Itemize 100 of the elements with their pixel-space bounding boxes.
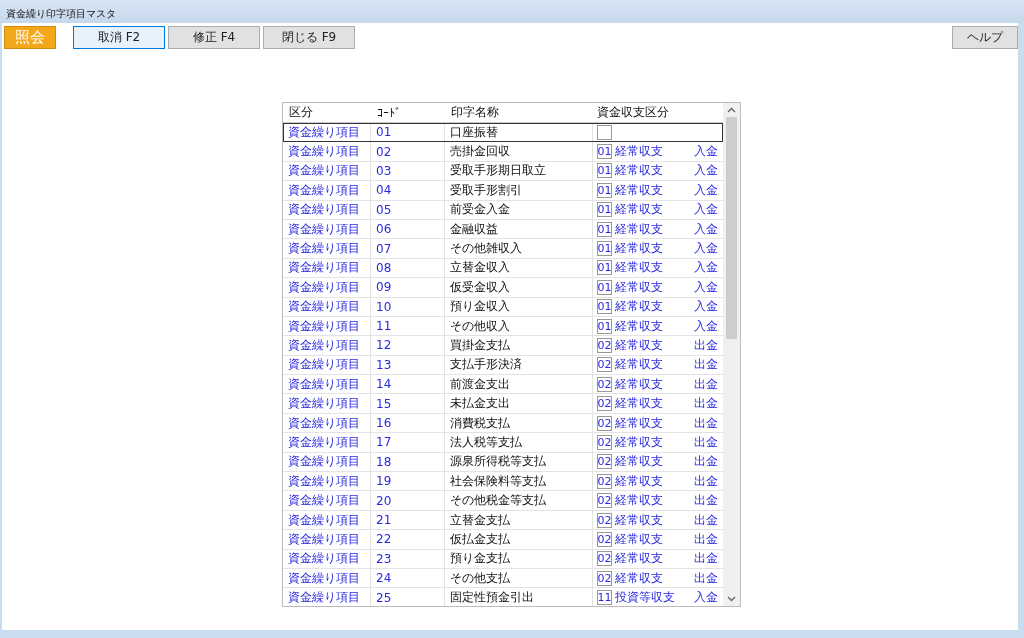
fund-code-field[interactable]: 01: [597, 241, 612, 257]
table-row[interactable]: 資金繰り項目 21 立替金支払 02 経常収支 出金: [283, 510, 723, 531]
fund-code-field[interactable]: 01: [597, 182, 612, 198]
table-cell: 経常収支: [615, 356, 663, 374]
table-row[interactable]: 資金繰り項目 15 未払金支出 02 経常収支 出金: [283, 394, 723, 414]
table-row[interactable]: 資金繰り項目 07 その他雑収入 01 経常収支 入金: [283, 239, 723, 259]
scrollbar[interactable]: [723, 103, 740, 606]
table-row[interactable]: 資金繰り項目 17 法人税等支払 02 経常収支 出金: [283, 433, 723, 453]
table-cell: 資金繰り項目: [283, 258, 371, 278]
fund-code-field[interactable]: 01: [597, 299, 612, 315]
table-cell: 13: [371, 355, 445, 375]
fund-code-field[interactable]: 02: [597, 493, 612, 509]
fund-code-field[interactable]: 01: [597, 163, 612, 179]
scrollbar-thumb[interactable]: [726, 117, 737, 339]
table-row[interactable]: 資金繰り項目 24 その他支払 02 経常収支 出金: [283, 569, 723, 589]
table-cell: 04: [371, 181, 445, 200]
table-cell: 資金繰り項目: [283, 161, 371, 181]
fund-code-field[interactable]: [597, 124, 612, 140]
table-cell: 09: [371, 278, 445, 297]
column-header: ｺｰﾄﾞ: [376, 105, 402, 120]
table-row[interactable]: 資金繰り項目 11 その他収入 01 経常収支 入金: [283, 316, 723, 337]
fund-code-field[interactable]: 02: [597, 570, 612, 586]
fund-code-field[interactable]: 01: [597, 279, 612, 295]
table-row[interactable]: 資金繰り項目 13 支払手形決済 02 経常収支 出金: [283, 355, 723, 376]
table-row[interactable]: 資金繰り項目 06 金融収益 01 経常収支 入金: [283, 219, 723, 240]
fund-code-field[interactable]: 02: [597, 434, 612, 450]
table-cell: 16: [371, 413, 445, 433]
scroll-down-icon[interactable]: [727, 596, 736, 602]
table-cell-text: 出金: [694, 472, 719, 490]
table-row[interactable]: 資金繰り項目 08 立替金収入 01 経常収支 入金: [283, 258, 723, 279]
table-cell: その他収入: [445, 316, 593, 336]
table-row[interactable]: 資金繰り項目 04 受取手形割引 01 経常収支 入金: [283, 181, 723, 201]
fund-code-field[interactable]: 11: [597, 590, 612, 606]
table-cell: 02: [371, 142, 445, 161]
fund-code-field[interactable]: 01: [597, 144, 612, 160]
table-row[interactable]: 資金繰り項目 20 その他税金等支払 02 経常収支 出金: [283, 491, 723, 511]
fund-code-field[interactable]: 02: [597, 551, 612, 567]
table-row[interactable]: 資金繰り項目 18 源泉所得税等支払 02 経常収支 出金: [283, 452, 723, 473]
fund-code-field[interactable]: 01: [597, 221, 612, 237]
table-row[interactable]: 資金繰り項目 23 預り金支払 02 経常収支 出金: [283, 549, 723, 569]
table-cell-text: 出金: [694, 414, 719, 432]
fund-code-field[interactable]: 02: [597, 376, 612, 392]
fund-code-field[interactable]: 02: [597, 338, 612, 353]
table-cell: 資金繰り項目: [283, 142, 371, 161]
table-cell: 預り金収入: [445, 297, 593, 316]
toolbar-button[interactable]: 修正 F4: [168, 25, 260, 49]
table-cell: 資金繰り項目: [283, 355, 371, 375]
table-cell: 05: [371, 200, 445, 219]
table-cell: 未払金支出: [445, 394, 593, 413]
table-row[interactable]: 資金繰り項目 05 前受金入金 01 経常収支 入金: [283, 200, 723, 220]
table-cell: 経常収支: [615, 162, 663, 180]
table-cell: 経常収支: [615, 201, 663, 219]
table-cell: 売掛金回収: [445, 142, 593, 161]
fund-code-field[interactable]: 02: [597, 454, 612, 470]
table-cell-text: 出金: [694, 511, 719, 529]
table-cell-text: 出金: [694, 337, 719, 354]
table-row[interactable]: 資金繰り項目 01 口座振替: [283, 123, 723, 143]
table-row[interactable]: 資金繰り項目 02 売掛金回収 01 経常収支 入金: [283, 142, 723, 162]
table-cell: 19: [371, 472, 445, 491]
table-row[interactable]: 資金繰り項目 10 預り金収入 01 経常収支 入金: [283, 297, 723, 317]
table-cell: 投資等収支: [615, 589, 675, 606]
table-cell: 21: [371, 510, 445, 530]
table-cell: 経常収支: [615, 240, 663, 258]
fund-code-field[interactable]: 02: [597, 512, 612, 528]
table-row[interactable]: 資金繰り項目 09 仮受金収入 01 経常収支 入金: [283, 278, 723, 298]
column-header: 資金収支区分: [596, 104, 670, 121]
table-cell: 前受金入金: [445, 200, 593, 219]
fund-code-field[interactable]: 01: [597, 318, 612, 334]
table-cell: 資金繰り項目: [283, 336, 371, 355]
table-cell: 買掛金支払: [445, 336, 593, 355]
fund-code-field[interactable]: 02: [597, 415, 612, 431]
table-cell: 20: [371, 491, 445, 510]
fund-code-field[interactable]: 02: [597, 531, 612, 547]
toolbar-button[interactable]: 取消 F2: [73, 25, 165, 49]
fund-code-field[interactable]: 02: [597, 357, 612, 373]
table-row[interactable]: 資金繰り項目 19 社会保険料等支払 02 経常収支 出金: [283, 472, 723, 492]
fund-code-field[interactable]: 01: [597, 260, 612, 276]
table-cell-text: 出金: [694, 453, 719, 471]
table-cell-text: 出金: [694, 375, 719, 393]
table-cell: 14: [371, 375, 445, 394]
help-button[interactable]: ヘルプ: [952, 25, 1018, 49]
table-cell: 資金繰り項目: [283, 452, 371, 472]
table-cell: 24: [371, 569, 445, 588]
fund-code-field[interactable]: 02: [597, 473, 612, 489]
table-cell: 社会保険料等支払: [445, 472, 593, 491]
table-row[interactable]: 資金繰り項目 14 前渡金支出 02 経常収支 出金: [283, 375, 723, 395]
table-row[interactable]: 資金繰り項目 03 受取手形期日取立 01 経常収支 入金: [283, 161, 723, 182]
table-cell: 25: [371, 588, 445, 606]
table-cell: 資金繰り項目: [283, 278, 371, 297]
table-cell: 立替金収入: [445, 258, 593, 278]
table-cell: その他支払: [445, 569, 593, 588]
table-cell: 前渡金支出: [445, 375, 593, 394]
table-row[interactable]: 資金繰り項目 12 買掛金支払 02 経常収支 出金: [283, 336, 723, 356]
table-row[interactable]: 資金繰り項目 16 消費税支払 02 経常収支 出金: [283, 413, 723, 434]
fund-code-field[interactable]: 02: [597, 396, 612, 412]
table-row[interactable]: 資金繰り項目 22 仮払金支払 02 経常収支 出金: [283, 530, 723, 550]
toolbar-button[interactable]: 閉じる F9: [263, 25, 355, 49]
table-cell: 経常収支: [615, 453, 663, 471]
fund-code-field[interactable]: 01: [597, 202, 612, 218]
scroll-up-icon[interactable]: [727, 107, 736, 113]
